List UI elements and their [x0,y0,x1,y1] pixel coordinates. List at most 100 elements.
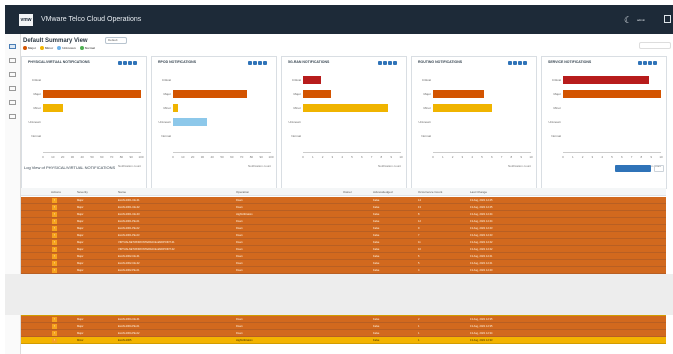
warning-icon[interactable]: ! [52,233,57,238]
table-row[interactable]: ! Minor ELAN-2005 HighUtilization False 1 13 A… [21,337,666,344]
nav-dashboard-icon[interactable] [9,44,16,49]
panel-action-button[interactable] [383,61,387,65]
severity-bar[interactable] [433,104,492,112]
table-row[interactable]: ! Major VIRTUALNETWORKINTERFACE-ENDPOINT-0… [21,246,666,253]
column-header[interactable]: Name [118,190,126,194]
nav-settings-icon[interactable] [9,100,16,105]
table-row[interactable]: ! Major VIRTUALNETWORKINTERFACE-ENDPOINT-0… [21,239,666,246]
table-row[interactable]: ! Major ELAN-2004-CE-01 Down False 2 13 Aug, 2… [21,316,666,323]
table-row[interactable]: ! Major ELAN-2001-CE-02 Down False 13 13 Aug, … [21,204,666,211]
warning-icon[interactable]: ! [52,198,57,203]
panel-action-button[interactable] [648,61,652,65]
nav-help-icon[interactable] [9,114,16,119]
view-selector[interactable]: Default [105,37,127,44]
row-label: Normal [31,134,41,138]
panel-action-button[interactable] [253,61,257,65]
column-header[interactable]: Actions [51,190,61,194]
column-header[interactable]: Owner [343,190,352,194]
row-label: Minor [293,106,301,110]
warning-icon[interactable]: ! [52,254,57,259]
severity-bar[interactable] [173,90,247,98]
table-row[interactable]: ! Major ELAN-2004-PE-01 Down False 1 13 Aug, 2… [21,323,666,330]
notification-panel: ROUTING NOTIFICATIONS Critical Major Minor U… [411,56,537,189]
panel-action-button[interactable] [393,61,397,65]
legend-label: Normal [84,46,96,50]
warning-icon[interactable]: ! [52,212,57,217]
count-cell: 1 [418,325,420,328]
severity-bar[interactable] [303,90,332,98]
warning-icon[interactable]: ! [52,317,57,322]
severity-bar[interactable] [43,104,63,112]
x-tick-label: 10 [399,155,403,159]
warning-icon[interactable]: ! [52,338,57,343]
log-action-button[interactable] [615,165,651,172]
x-axis [43,152,141,153]
table-row[interactable]: ! Major ELAN-2002-CE-01 Down False 6 13 Aug, 2… [21,253,666,260]
panel-action-button[interactable] [378,61,382,65]
panel-action-button[interactable] [248,61,252,65]
severity-bar[interactable] [303,76,321,84]
nav-reports-icon[interactable] [9,86,16,91]
severity-bar[interactable] [173,118,208,126]
severity-bar[interactable] [433,90,484,98]
warning-icon[interactable]: ! [52,219,57,224]
severity-bar[interactable] [563,76,650,84]
panel-action-button[interactable] [643,61,647,65]
panel-action-button[interactable] [123,61,127,65]
severity-cell: Minor [77,339,84,342]
warning-icon[interactable]: ! [52,261,57,266]
log-more-button[interactable] [654,165,664,172]
column-header[interactable]: Occurrence Count [418,190,442,194]
table-row[interactable]: ! Major ELAN-2001-CE-01 Down False 14 13 Aug, … [21,197,666,204]
acknowledged-cell: False [373,269,380,272]
warning-icon[interactable]: ! [52,268,57,273]
table-row[interactable]: ! Major ELAN-2002-PE-01 Down False 4 13 Aug, 2… [21,267,666,274]
warning-icon[interactable]: ! [52,205,57,210]
panel-action-button[interactable] [128,61,132,65]
x-tick-label: 2 [451,155,454,159]
nav-topology-icon[interactable] [9,72,16,77]
page-search-input[interactable] [639,42,671,49]
panel-action-button[interactable] [263,61,267,65]
warning-icon[interactable]: ! [52,247,57,252]
panel-action-button[interactable] [118,61,122,65]
user-name[interactable]: admin [637,16,645,24]
panel-action-button[interactable] [258,61,262,65]
table-row[interactable]: ! Major ELAN-2001-PE-03 Down False 7 13 Aug, 2… [21,232,666,239]
table-row[interactable]: ! Major ELAN-2001-PE-01 Down False 12 13 Aug, … [21,218,666,225]
warning-icon[interactable]: ! [52,331,57,336]
panel-action-button[interactable] [523,61,527,65]
severity-bar[interactable] [303,104,389,112]
panel-actions [638,61,657,65]
table-row[interactable]: ! Major ELAN-2001-PE-02 Down False 9 13 Aug, 2… [21,225,666,232]
nav-alerts-icon[interactable] [9,58,16,63]
severity-bar[interactable] [563,90,661,98]
table-row[interactable]: ! Major ELAN-2004-PE-02 Down False 1 13 Aug, 2… [21,330,666,337]
user-icon[interactable] [664,15,671,23]
column-header[interactable]: Operation [236,190,249,194]
x-tick-label: 50 [90,155,94,159]
column-header[interactable]: Acknowledged [373,190,393,194]
table-row[interactable]: ! Major ELAN-2001-CE-03 HighUtilization Fals… [21,211,666,218]
column-header[interactable]: Last Change [470,190,487,194]
panel-action-button[interactable] [513,61,517,65]
table-row[interactable]: ! Major ELAN-2002-CE-02 Down False 5 13 Aug, 2… [21,260,666,267]
panel-action-button[interactable] [638,61,642,65]
panel-action-button[interactable] [388,61,392,65]
panel-action-button[interactable] [508,61,512,65]
x-tick-label: 6 [360,155,363,159]
moon-icon[interactable]: ☾ [624,15,632,25]
severity-bar[interactable] [173,104,178,112]
column-header[interactable]: Severity [77,190,88,194]
name-cell: ELAN-2001-CE-01 [118,199,140,202]
panel-actions [508,61,527,65]
severity-bar[interactable] [43,90,141,98]
severity-legend: Major Minor Unknown Normal [23,46,95,50]
operation-cell: HighUtilization [236,339,253,342]
panel-action-button[interactable] [133,61,137,65]
warning-icon[interactable]: ! [52,324,57,329]
panel-action-button[interactable] [518,61,522,65]
warning-icon[interactable]: ! [52,226,57,231]
warning-icon[interactable]: ! [52,240,57,245]
panel-action-button[interactable] [653,61,657,65]
